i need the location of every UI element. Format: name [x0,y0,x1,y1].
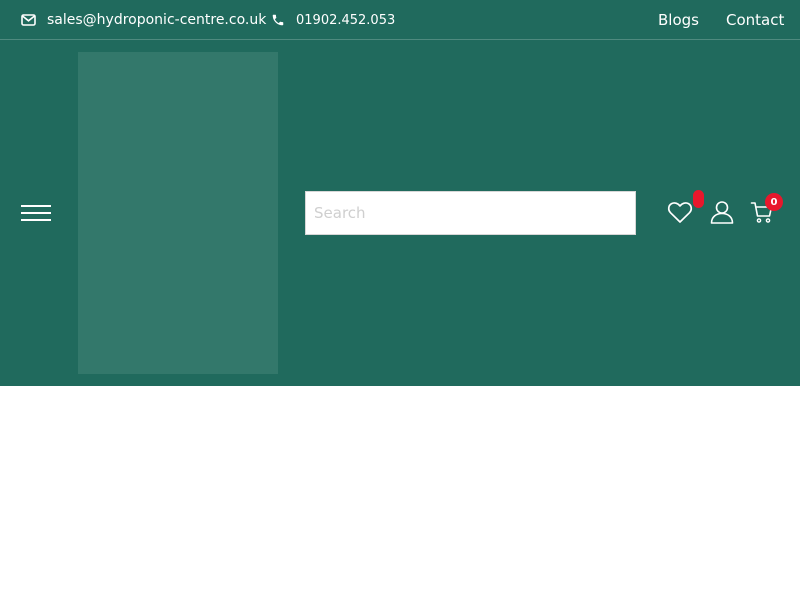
top-bar: sales@hydroponic-centre.co.uk 01902.452.… [0,0,800,40]
logo-placeholder[interactable] [78,52,278,374]
site-header: 0 [0,40,800,386]
user-icon[interactable] [708,198,736,226]
email-contact[interactable]: sales@hydroponic-centre.co.uk [21,0,266,40]
hamburger-icon[interactable] [21,205,51,221]
phone-contact[interactable]: 01902.452.053 [271,0,395,40]
nav-link-contact[interactable]: Contact [726,0,784,40]
nav-link-blogs[interactable]: Blogs [658,0,699,40]
envelope-icon [21,14,36,26]
search-input[interactable] [305,191,636,235]
phone-number[interactable]: 01902.452.053 [296,13,395,28]
cart-count-badge: 0 [765,193,783,211]
heart-icon[interactable] [666,198,694,226]
phone-icon [271,13,285,27]
email-address[interactable]: sales@hydroponic-centre.co.uk [47,12,266,28]
wishlist-badge [693,190,704,208]
